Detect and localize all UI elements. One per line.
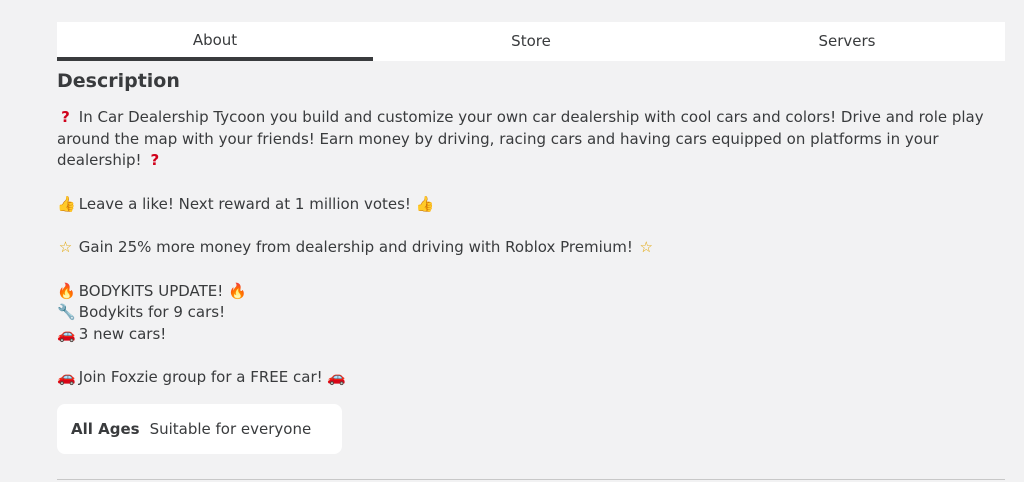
new-cars-text: 3 new cars! [78, 324, 167, 343]
intro-text: In Car Dealership Tycoon you build and c… [57, 108, 984, 169]
premium-text: Gain 25% more money from dealership and … [78, 238, 633, 256]
group-text: Join Foxzie group for a FREE car! [78, 368, 323, 386]
premium-line: ☆ Gain 25% more money from dealership an… [57, 237, 1002, 259]
bodykits-line: 🔧 Bodykits for 9 cars! [57, 302, 1002, 324]
wrench-icon: 🔧 [57, 303, 76, 321]
age-rating-label: All Ages [71, 420, 140, 438]
fire-icon: 🔥 [228, 281, 247, 300]
car-icon: 🚗 [57, 368, 76, 386]
question-mark-icon: ? [61, 108, 70, 126]
bodykits-text: Bodykits for 9 cars! [78, 303, 226, 321]
age-rating-description: Suitable for everyone [149, 420, 312, 438]
tab-about[interactable]: About [57, 22, 373, 61]
thumbs-up-icon: 👍 [415, 194, 435, 213]
new-cars-line: 🚗 3 new cars! [57, 324, 1002, 346]
car-icon: 🚗 [327, 368, 347, 386]
tab-servers[interactable]: Servers [689, 22, 1005, 61]
car-icon: 🚗 [57, 324, 76, 343]
star-icon: ☆ [58, 238, 73, 256]
thumbs-up-icon: 👍 [57, 194, 76, 213]
description-intro: ? In Car Dealership Tycoon you build and… [57, 107, 1002, 172]
tab-store[interactable]: Store [373, 22, 689, 61]
age-rating-badge: All Ages Suitable for everyone [57, 404, 342, 454]
description-heading: Description [57, 70, 180, 92]
question-mark-icon: ? [150, 151, 160, 169]
like-line: 👍 Leave a like! Next reward at 1 million… [57, 194, 1002, 216]
fire-icon: 🔥 [57, 281, 76, 300]
game-description: ? In Car Dealership Tycoon you build and… [57, 107, 1002, 389]
tab-bar: About Store Servers [57, 22, 1005, 61]
like-text: Leave a like! Next reward at 1 million v… [78, 194, 411, 213]
group-line: 🚗 Join Foxzie group for a FREE car! 🚗 [57, 367, 1002, 389]
update-text: BODYKITS UPDATE! [78, 281, 224, 300]
star-icon: ☆ [639, 238, 653, 256]
update-line: 🔥 BODYKITS UPDATE! 🔥 [57, 281, 1002, 303]
section-divider [57, 479, 1005, 480]
